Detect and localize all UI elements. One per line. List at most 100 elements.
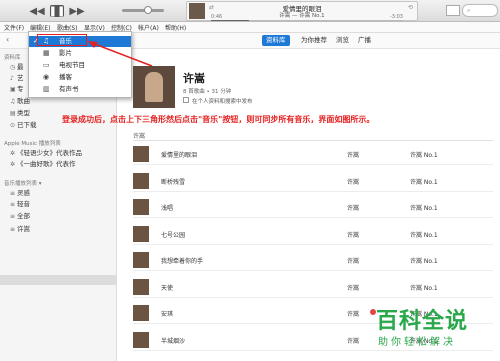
tab-browse[interactable]: 浏览	[332, 35, 353, 46]
sidebar-item-albums[interactable]: ▣专	[10, 85, 24, 94]
gear-icon: ✲	[10, 150, 16, 157]
menu-help[interactable]: 帮助(H)	[165, 23, 186, 32]
sidebar-item-genres[interactable]: ▤类型	[10, 109, 30, 118]
track-artist: 许嵩	[347, 311, 360, 318]
track-artwork	[133, 252, 149, 268]
instruction-text: 登录成功后，点击上下三角形然后点击"音乐"按钮，则可同步所有音乐，界面如图所示。	[62, 115, 375, 124]
playlist-icon: ≡	[10, 190, 16, 197]
table-row[interactable]: 我想牵着你的手 许嵩 许嵩 No.1	[133, 249, 493, 271]
track-name: 半城烟沙	[161, 337, 186, 345]
gear-icon: ✲	[10, 161, 16, 168]
track-name: 我想牵着你的手	[161, 258, 204, 265]
player-bar: ◀◀ ❚❚ ▶▶ ⇄ 爱情里的眼泪 许嵩 — 许嵩 No.1 0:46 -3:0…	[0, 0, 500, 22]
track-artist: 许嵩	[347, 231, 360, 239]
track-album: 许嵩 No.1	[410, 284, 438, 292]
now-playing-display: ⇄ 爱情里的眼泪 许嵩 — 许嵩 No.1 0:46 -3:03 ⟲	[186, 1, 418, 21]
track-artwork	[133, 278, 149, 295]
artist-title: 许嵩	[183, 72, 205, 85]
track-album: 许嵩 No.1	[410, 178, 438, 186]
podcast-icon: ◉	[43, 73, 50, 81]
clock-icon: ◷	[10, 64, 16, 71]
sidebar-apple-heading: Apple Music 播放列表	[4, 141, 61, 147]
track-artist: 许嵩	[347, 258, 360, 265]
publish-checkbox-label: 在个人资料和搜索中发布	[192, 99, 253, 105]
sidebar-playlist-3[interactable]: ≡ 全部	[10, 212, 30, 221]
track-artist: 许嵩	[347, 178, 360, 186]
sidebar-playlist-4[interactable]: ≡ 许嵩	[10, 225, 30, 234]
table-row[interactable]: 七号公园 许嵩 许嵩 No.1	[133, 223, 493, 245]
film-icon: ▦	[43, 49, 50, 57]
watermark: 百科全说 助你轻松解决	[370, 303, 469, 348]
tab-library[interactable]: 资料库	[262, 35, 290, 46]
sidebar-item-artists[interactable]: ♪ 艺	[10, 74, 24, 83]
track-name: 浅唱	[161, 205, 174, 212]
sidebar-library-heading: 资料库	[4, 55, 21, 61]
menu-item-audiobooks[interactable]: ▥ 有声书	[29, 84, 131, 95]
track-artwork	[133, 225, 149, 242]
back-icon[interactable]: ‹	[6, 35, 9, 44]
list-view-icon[interactable]	[446, 5, 460, 16]
menu-item-podcasts[interactable]: ◉ 播客	[29, 72, 131, 83]
table-header-artist: 许嵩	[133, 133, 146, 140]
progress-bar[interactable]	[211, 20, 403, 21]
track-album: 许嵩 No.1	[410, 231, 438, 239]
table-row[interactable]: 断桥残雪 许嵩 许嵩 No.1	[133, 170, 493, 192]
track-name: 断桥残雪	[161, 178, 186, 186]
watermark-subtitle: 助你轻松解决	[378, 337, 456, 348]
publish-checkbox[interactable]	[183, 97, 189, 103]
track-artwork	[133, 146, 149, 162]
track-album: 许嵩 No.1	[410, 258, 438, 265]
progress-fill	[211, 20, 250, 21]
volume-slider[interactable]	[122, 6, 164, 14]
repeat-icon[interactable]: ⟲	[408, 4, 413, 11]
menu-file[interactable]: 文件(F)	[4, 23, 24, 32]
sidebar-playlists-heading[interactable]: 音乐播放列表 ▾	[4, 179, 42, 187]
sidebar-item-recent[interactable]: ◷ 最	[10, 63, 24, 72]
track-artwork	[133, 199, 149, 215]
track-album: 许嵩 No.1	[410, 205, 438, 212]
playlist-icon: ≡	[10, 226, 16, 233]
note-icon: ♫	[10, 98, 16, 105]
tab-for-you[interactable]: 为你推荐	[297, 35, 331, 46]
search-input[interactable]: ⌕	[462, 4, 498, 17]
tv-icon: ▭	[43, 61, 50, 69]
pause-icon[interactable]: ❚❚	[49, 5, 65, 17]
previous-icon[interactable]: ◀◀	[29, 5, 44, 17]
sidebar-playlist-1[interactable]: ≡ 灵感	[10, 189, 30, 198]
annotation-arrow	[88, 41, 153, 67]
watermark-logo	[370, 309, 376, 315]
sidebar-apple-item-2[interactable]: ✲ 《一曲好歌》代表作	[10, 160, 76, 169]
tab-radio[interactable]: 广播	[354, 35, 375, 46]
track-artist: 许嵩	[347, 337, 360, 345]
track-name: 天使	[161, 284, 174, 292]
next-icon[interactable]: ▶▶	[69, 5, 84, 17]
table-row[interactable]: 浅唱 许嵩 许嵩 No.1	[133, 196, 493, 218]
sidebar-item-downloaded[interactable]: ⊙ 已下载	[10, 121, 37, 130]
album-artwork	[133, 66, 175, 108]
watermark-title: 百科全说	[376, 309, 469, 334]
track-name: 安琪	[161, 311, 174, 318]
table-header: 许嵩	[133, 129, 493, 141]
playlist-icon: ≡	[10, 201, 16, 208]
track-name: 七号公园	[161, 231, 186, 239]
sidebar-selection	[0, 275, 116, 285]
menu-account[interactable]: 帐户(A)	[138, 23, 159, 32]
sidebar-apple-item-1[interactable]: ✲ 《轻语少女》代表作品	[10, 149, 82, 158]
mic-icon: ♪	[10, 75, 14, 82]
track-artist: 许嵩	[347, 284, 360, 292]
table-row[interactable]: 爱情里的眼泪 许嵩 许嵩 No.1	[133, 143, 493, 165]
track-artwork	[133, 305, 149, 321]
download-icon: ⊙	[10, 122, 16, 129]
track-album: 许嵩 No.1	[410, 152, 438, 159]
sidebar-item-songs[interactable]: ♫ 歌曲	[10, 97, 30, 106]
playlist-icon: ≡	[10, 213, 16, 220]
track-artwork	[133, 331, 149, 348]
track-name: 爱情里的眼泪	[161, 152, 198, 159]
track-artwork	[133, 172, 149, 189]
video-icon: ▤	[10, 110, 16, 117]
track-artist: 许嵩	[347, 205, 360, 212]
sidebar-playlist-2[interactable]: ≡ 轻音	[10, 200, 30, 209]
table-row[interactable]: 天使 许嵩 许嵩 No.1	[133, 276, 493, 298]
album-icon: ▣	[10, 86, 16, 93]
track-artist: 许嵩	[347, 152, 360, 159]
